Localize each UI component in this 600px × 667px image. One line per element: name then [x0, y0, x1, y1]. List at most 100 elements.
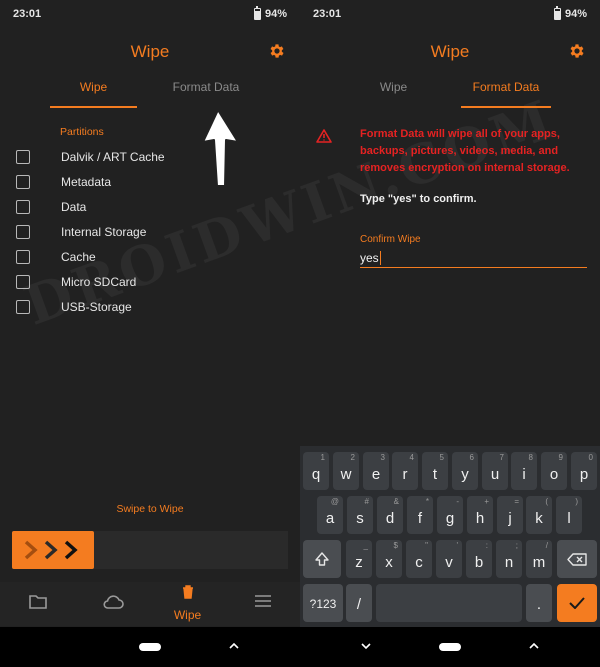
partitions-label: Partitions — [60, 126, 104, 138]
key-n[interactable]: ; n — [496, 540, 522, 578]
checkbox[interactable] — [16, 199, 30, 214]
key-e[interactable]: 3e — [363, 452, 389, 490]
nav-menu[interactable] — [225, 582, 300, 626]
checkbox[interactable] — [16, 149, 30, 164]
system-nav-bar — [0, 627, 300, 667]
key-d[interactable]: & d — [377, 496, 403, 534]
page-title: Wipe — [430, 42, 470, 61]
bottom-nav: Wipe — [0, 582, 300, 626]
battery-icon — [553, 6, 561, 20]
partition-label: Data — [61, 199, 87, 214]
partition-row[interactable]: Data — [0, 194, 300, 219]
tab-wipe[interactable]: Wipe — [350, 76, 437, 108]
slash-key[interactable]: / — [346, 584, 372, 622]
key-k[interactable]: (k — [526, 496, 552, 534]
settings-gear-icon[interactable] — [268, 42, 286, 60]
chevron-up-icon[interactable] — [529, 642, 539, 650]
tab-bar: Wipe Format Data — [0, 76, 300, 108]
key-s[interactable]: # s — [347, 496, 373, 534]
format-warning-text: Format Data will wipe all of your apps, … — [360, 128, 570, 174]
home-button[interactable] — [439, 643, 461, 651]
nav-wipe-label: Wipe — [173, 608, 202, 622]
confirm-wipe-label: Confirm Wipe — [360, 234, 421, 245]
chevron-down-icon[interactable] — [361, 642, 371, 650]
key-j[interactable]: = j — [497, 496, 523, 534]
enter-key[interactable] — [557, 584, 597, 622]
partition-row[interactable]: Cache — [0, 244, 300, 269]
partition-label: Cache — [61, 249, 96, 264]
trash-icon — [182, 585, 193, 599]
folder-icon — [28, 595, 47, 609]
battery-indicator: 94% — [553, 6, 587, 20]
checkbox[interactable] — [16, 174, 30, 189]
checkbox[interactable] — [16, 224, 30, 239]
warning-icon — [316, 129, 332, 143]
battery-icon — [253, 6, 261, 20]
backspace-icon — [567, 553, 587, 566]
tab-wipe[interactable]: Wipe — [50, 76, 137, 108]
key-i[interactable]: 8i — [511, 452, 537, 490]
key-v[interactable]: ' v — [436, 540, 462, 578]
checkbox[interactable] — [16, 274, 30, 289]
key-q[interactable]: 1q — [303, 452, 329, 490]
partition-row[interactable]: Metadata — [0, 169, 300, 194]
status-bar: 23:01 94% — [300, 0, 600, 28]
backspace-key[interactable] — [557, 540, 597, 578]
key-o[interactable]: 9o — [541, 452, 567, 490]
key-m[interactable]: / m — [526, 540, 552, 578]
nav-wipe[interactable]: Wipe — [150, 582, 225, 626]
key-l[interactable]: ) l — [556, 496, 582, 534]
swipe-track — [12, 531, 288, 569]
swipe-to-wipe-handle[interactable] — [12, 531, 94, 569]
partition-label: Micro SDCard — [61, 274, 137, 289]
period-key[interactable]: . — [526, 584, 552, 622]
key-f[interactable]: * f — [407, 496, 433, 534]
partition-row[interactable]: Internal Storage — [0, 219, 300, 244]
text-caret — [380, 251, 381, 265]
settings-gear-icon[interactable] — [568, 42, 586, 60]
nav-files[interactable] — [0, 582, 75, 626]
chevrons-right-icon — [24, 540, 78, 560]
partition-label: Metadata — [61, 174, 112, 189]
key-h[interactable]: + h — [467, 496, 493, 534]
shift-key[interactable] — [303, 540, 341, 578]
battery-indicator: 94% — [253, 6, 287, 20]
status-bar: 23:01 94% — [0, 0, 300, 28]
home-button[interactable] — [139, 643, 161, 651]
partition-label: Internal Storage — [61, 224, 147, 239]
cloud-icon — [102, 595, 124, 609]
key-g[interactable]: -g — [437, 496, 463, 534]
confirm-instruction: Type "yes" to confirm. — [360, 193, 477, 205]
tab-format-data[interactable]: Format Data — [461, 76, 551, 108]
status-time: 23:01 — [13, 8, 42, 20]
key-y[interactable]: 6y — [452, 452, 478, 490]
partition-row[interactable]: USB-Storage — [0, 294, 300, 319]
checkbox[interactable] — [16, 249, 30, 264]
key-b[interactable]: :b — [466, 540, 492, 578]
key-p[interactable]: 0p — [571, 452, 597, 490]
partition-label: USB-Storage — [61, 299, 132, 314]
battery-percent: 94% — [264, 8, 287, 20]
wipe-screen: DROIDWIN.COM 23:01 94% Wipe Wipe Format … — [0, 0, 300, 667]
tab-format-data[interactable]: Format Data — [160, 76, 252, 108]
key-w[interactable]: 2w — [333, 452, 359, 490]
key-c[interactable]: " c — [406, 540, 432, 578]
key-a[interactable]: @ a — [317, 496, 343, 534]
shift-icon — [315, 552, 329, 566]
partition-row[interactable]: Micro SDCard — [0, 269, 300, 294]
watermark: DROIDWIN.COM — [300, 86, 564, 338]
symbols-key[interactable]: ?123 — [303, 584, 343, 622]
spacebar[interactable] — [376, 584, 522, 622]
confirm-wipe-input[interactable] — [360, 249, 587, 268]
key-u[interactable]: 7u — [482, 452, 508, 490]
key-x[interactable]: $ x — [376, 540, 402, 578]
status-time: 23:01 — [313, 8, 342, 20]
key-t[interactable]: 5t — [422, 452, 448, 490]
nav-cloud[interactable] — [75, 582, 150, 626]
checkbox[interactable] — [16, 299, 30, 314]
menu-icon — [254, 595, 271, 607]
key-r[interactable]: 4r — [392, 452, 418, 490]
partition-row[interactable]: Dalvik / ART Cache — [0, 144, 300, 169]
chevron-up-icon[interactable] — [229, 642, 239, 650]
key-z[interactable]: _ z — [346, 540, 372, 578]
